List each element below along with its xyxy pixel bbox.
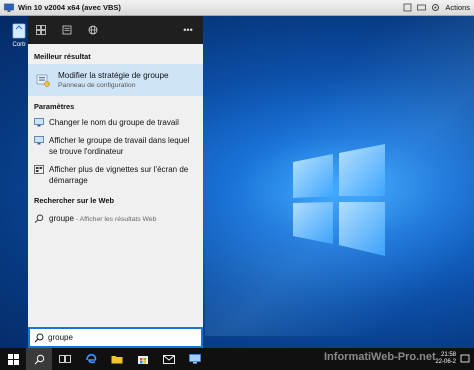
folder-icon	[111, 356, 123, 364]
search-box[interactable]	[28, 327, 203, 348]
start-button[interactable]	[0, 348, 26, 370]
edge-icon	[86, 353, 97, 364]
tab-documents[interactable]	[60, 23, 74, 37]
more-options-icon[interactable]: •••	[181, 23, 195, 37]
search-icon	[34, 333, 44, 342]
grid-icon	[36, 25, 46, 35]
windows-logo-icon	[293, 144, 385, 256]
windows-start-icon	[7, 353, 19, 365]
group-policy-icon	[36, 74, 50, 87]
fullscreen-icon[interactable]	[403, 3, 412, 12]
best-match-title: Modifier la stratégie de groupe	[58, 71, 169, 80]
settings-icon[interactable]	[431, 3, 440, 12]
control-panel-icon	[189, 354, 201, 364]
keyboard-icon[interactable]	[417, 3, 427, 12]
clock[interactable]: 21:58 22-06-2	[435, 352, 456, 366]
best-match-result[interactable]: Modifier la stratégie de groupe Panneau …	[28, 64, 203, 96]
monitor-icon	[34, 118, 44, 127]
monitor-icon	[34, 136, 44, 145]
web-result-sub: - Afficher les résultats Web	[73, 216, 157, 223]
document-icon	[62, 25, 72, 35]
tab-all[interactable]	[34, 23, 48, 37]
vm-titlebar: Win 10 v2004 x64 (avec VBS) Actions	[0, 0, 474, 16]
globe-icon	[88, 25, 98, 35]
search-icon	[34, 354, 44, 364]
search-icon	[34, 214, 44, 223]
store-icon	[138, 356, 148, 364]
web-search-result[interactable]: groupe - Afficher les résultats Web	[28, 213, 203, 225]
clock-time: 21:58	[440, 352, 456, 358]
edge-taskbar-button[interactable]	[78, 348, 104, 370]
settings-item-rename-workgroup[interactable]: Changer le nom du groupe de travail	[28, 117, 203, 128]
notification-icon[interactable]	[460, 354, 470, 364]
actions-menu[interactable]: Actions	[445, 3, 470, 12]
best-match-header: Meilleur résultat	[34, 52, 91, 61]
explorer-taskbar-button[interactable]	[104, 348, 130, 370]
store-taskbar-button[interactable]	[130, 348, 156, 370]
recycle-bin-icon	[12, 23, 26, 39]
vm-title: Win 10 v2004 x64 (avec VBS)	[18, 3, 121, 12]
task-view-icon	[59, 355, 71, 363]
mail-icon	[163, 354, 175, 364]
watermark: InformatiWeb-Pro.net	[324, 351, 436, 363]
settings-item-label: Afficher le groupe de travail dans leque…	[49, 136, 190, 156]
search-taskbar-button[interactable]	[26, 348, 52, 370]
settings-item-more-tiles[interactable]: Afficher plus de vignettes sur l'écran d…	[28, 164, 203, 186]
settings-header: Paramètres	[34, 102, 75, 111]
mail-taskbar-button[interactable]	[156, 348, 182, 370]
app-taskbar-button[interactable]	[182, 348, 208, 370]
start-search-panel: ••• Meilleur résultat Modifier la straté…	[28, 16, 203, 348]
best-match-subtitle: Panneau de configuration	[58, 82, 136, 89]
settings-item-label: Afficher plus de vignettes sur l'écran d…	[49, 165, 189, 185]
web-query: groupe	[49, 214, 74, 223]
task-view-button[interactable]	[52, 348, 78, 370]
search-panel-tabs: •••	[28, 16, 203, 44]
monitor-icon	[4, 3, 14, 12]
system-tray: 21:58 22-06-2	[435, 352, 474, 366]
tiles-icon	[34, 165, 44, 174]
clock-date: 22-06-2	[435, 359, 456, 365]
settings-item-label: Changer le nom du groupe de travail	[49, 118, 179, 127]
search-input[interactable]	[48, 333, 178, 342]
settings-item-show-workgroup[interactable]: Afficher le groupe de travail dans leque…	[28, 135, 203, 157]
web-search-header: Rechercher sur le Web	[34, 196, 114, 205]
tab-web[interactable]	[86, 23, 100, 37]
